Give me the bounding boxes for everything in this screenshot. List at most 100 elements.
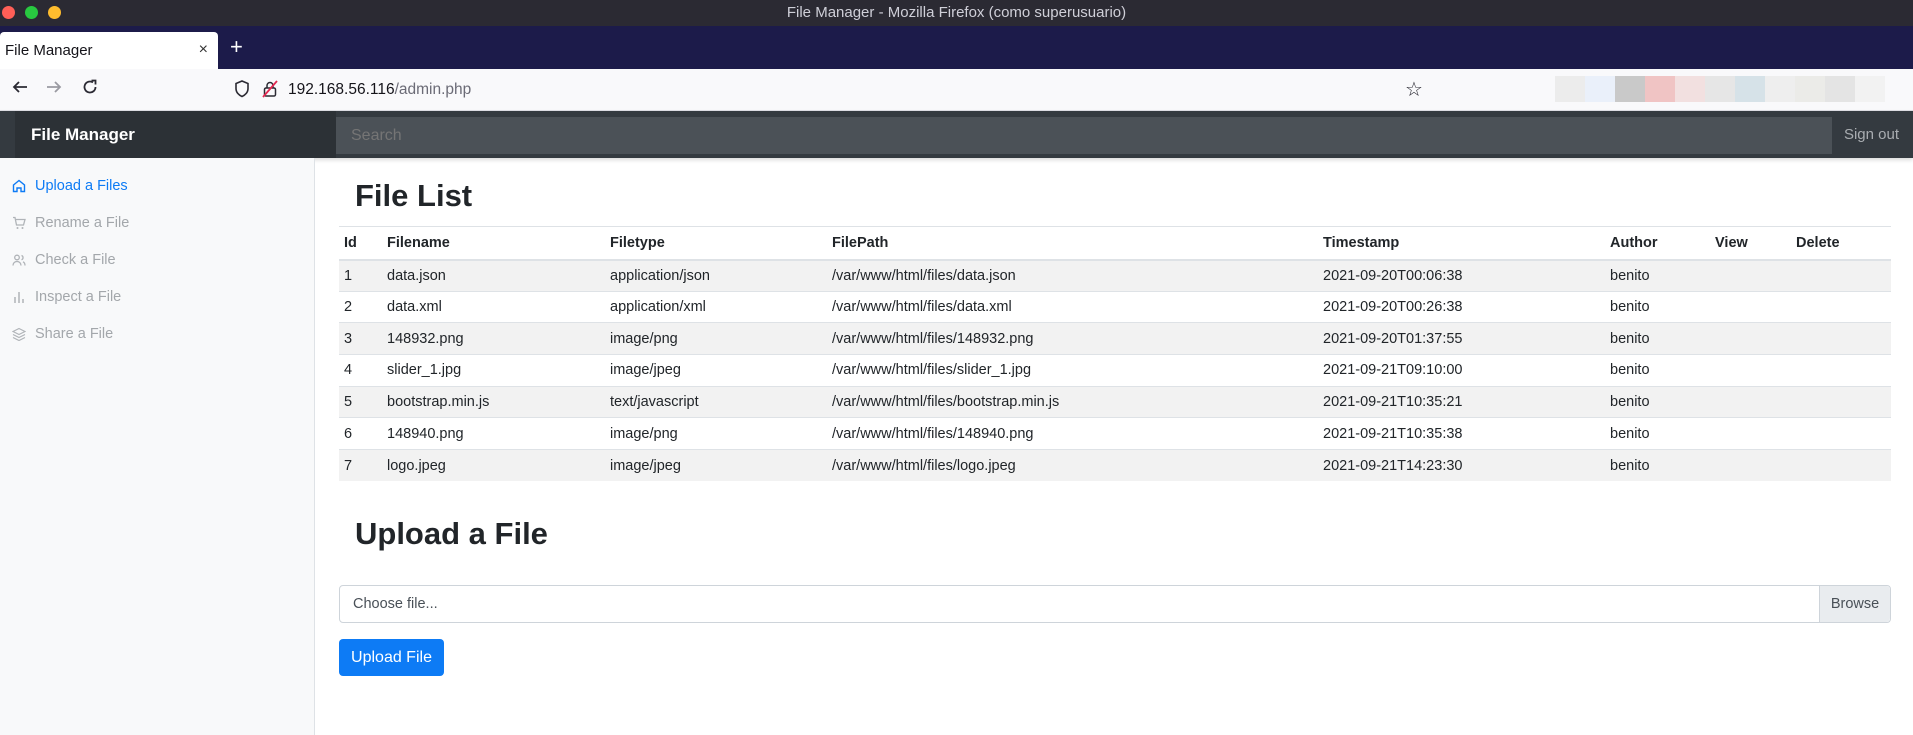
file-list-heading: File List — [355, 178, 473, 213]
window-title: File Manager - Mozilla Firefox (como sup… — [786, 4, 1127, 21]
column-header: FilePath — [827, 226, 1318, 261]
maximize-window-button[interactable] — [25, 6, 38, 19]
cell-timestamp: 2021-09-21T14:23:30 — [1318, 449, 1605, 482]
reload-icon[interactable] — [82, 79, 98, 99]
cell-delete[interactable] — [1791, 259, 1891, 292]
cell-filepath: /var/www/html/files/data.json — [827, 259, 1318, 292]
cell-timestamp: 2021-09-21T10:35:21 — [1318, 385, 1605, 418]
file-input[interactable]: Choose file... Browse — [339, 585, 1891, 623]
signout-link[interactable]: Sign out — [1844, 111, 1899, 158]
cell-timestamp: 2021-09-21T10:35:38 — [1318, 417, 1605, 450]
sidebar-item-label: Upload a Files — [35, 178, 128, 194]
sidebar-item-share[interactable]: Share a File — [11, 326, 113, 342]
cell-id: 1 — [339, 259, 382, 292]
cell-author: benito — [1605, 259, 1710, 292]
cell-view[interactable] — [1710, 385, 1791, 418]
file-table: Id Filename Filetype FilePath Timestamp … — [339, 226, 1891, 482]
cell-filename: 148932.png — [382, 322, 605, 355]
cell-view[interactable] — [1710, 322, 1791, 355]
bookmark-star-icon[interactable]: ☆ — [1405, 77, 1423, 102]
cell-filename: data.json — [382, 259, 605, 292]
cell-filepath: /var/www/html/files/bootstrap.min.js — [827, 385, 1318, 418]
cell-delete[interactable] — [1791, 385, 1891, 418]
browse-button[interactable]: Browse — [1819, 586, 1890, 622]
cell-view[interactable] — [1710, 449, 1791, 482]
cell-filetype: image/jpeg — [605, 449, 827, 482]
table-row: 3 148932.png image/png /var/www/html/fil… — [339, 322, 1891, 355]
search-input[interactable] — [336, 117, 1832, 154]
sidebar-item-label: Rename a File — [35, 215, 130, 231]
cart-icon — [11, 215, 27, 231]
column-header: Filename — [382, 226, 605, 261]
cell-filetype: image/png — [605, 322, 827, 355]
cell-id: 5 — [339, 385, 382, 418]
cell-filename: 148940.png — [382, 417, 605, 450]
insecure-lock-icon[interactable] — [262, 80, 278, 101]
close-window-button[interactable] — [2, 6, 15, 19]
cell-author: benito — [1605, 385, 1710, 418]
cell-id: 2 — [339, 290, 382, 323]
upload-heading: Upload a File — [355, 516, 548, 551]
column-header: Timestamp — [1318, 226, 1605, 261]
window-titlebar: File Manager - Mozilla Firefox (como sup… — [0, 0, 1913, 26]
column-header: Id — [339, 226, 382, 261]
browser-navbar: 192.168.56.116/admin.php ☆ — [0, 69, 1913, 111]
cell-delete[interactable] — [1791, 417, 1891, 450]
cell-filetype: application/json — [605, 259, 827, 292]
file-input-placeholder: Choose file... — [353, 596, 438, 612]
cell-author: benito — [1605, 449, 1710, 482]
cell-id: 6 — [339, 417, 382, 450]
sidebar-item-upload[interactable]: Upload a Files — [11, 178, 128, 194]
cell-delete[interactable] — [1791, 354, 1891, 387]
column-header: Author — [1605, 226, 1710, 261]
window-controls — [2, 6, 61, 19]
cell-filetype: image/jpeg — [605, 354, 827, 387]
cell-filename: slider_1.jpg — [382, 354, 605, 387]
cell-delete[interactable] — [1791, 322, 1891, 355]
column-header: Delete — [1791, 226, 1891, 261]
tab-title: File Manager — [5, 42, 93, 59]
cell-filetype: image/png — [605, 417, 827, 450]
sidebar-item-inspect[interactable]: Inspect a File — [11, 289, 121, 305]
tab-strip: File Manager × + — [0, 26, 1913, 69]
cell-author: benito — [1605, 322, 1710, 355]
url-path: /admin.php — [394, 81, 472, 98]
layers-icon — [11, 326, 27, 342]
sidebar-item-label: Inspect a File — [35, 289, 122, 305]
brand[interactable]: File Manager — [15, 111, 336, 158]
cell-view[interactable] — [1710, 417, 1791, 450]
new-tab-button[interactable]: + — [230, 36, 243, 58]
cell-filename: logo.jpeg — [382, 449, 605, 482]
column-header: View — [1710, 226, 1791, 261]
cell-id: 7 — [339, 449, 382, 482]
sidebar-item-check[interactable]: Check a File — [11, 252, 116, 268]
cell-view[interactable] — [1710, 290, 1791, 323]
back-icon[interactable] — [12, 79, 28, 99]
tracking-shield-icon[interactable] — [234, 80, 250, 101]
upload-file-button[interactable]: Upload File — [339, 639, 444, 676]
sidebar-item-label: Check a File — [35, 252, 116, 268]
cell-author: benito — [1605, 354, 1710, 387]
cell-author: benito — [1605, 417, 1710, 450]
cell-filepath: /var/www/html/files/148932.png — [827, 322, 1318, 355]
cell-view[interactable] — [1710, 259, 1791, 292]
browser-tab[interactable]: File Manager × — [0, 32, 218, 69]
sidebar-item-rename[interactable]: Rename a File — [11, 215, 129, 231]
table-row: 2 data.xml application/xml /var/www/html… — [339, 290, 1891, 323]
cell-view[interactable] — [1710, 354, 1791, 387]
sidebar-item-label: Share a File — [35, 326, 114, 342]
cell-filetype: text/javascript — [605, 385, 827, 418]
tab-close-icon[interactable]: × — [199, 41, 208, 59]
blurred-toolbar-icons — [1555, 76, 1885, 102]
home-icon — [11, 178, 27, 194]
cell-delete[interactable] — [1791, 290, 1891, 323]
minimize-window-button[interactable] — [48, 6, 61, 19]
cell-id: 3 — [339, 322, 382, 355]
cell-timestamp: 2021-09-21T09:10:00 — [1318, 354, 1605, 387]
table-header-row: Id Filename Filetype FilePath Timestamp … — [339, 226, 1891, 261]
cell-delete[interactable] — [1791, 449, 1891, 482]
url-bar[interactable]: 192.168.56.116/admin.php — [288, 81, 471, 99]
column-header: Filetype — [605, 226, 827, 261]
cell-id: 4 — [339, 354, 382, 387]
forward-icon[interactable] — [46, 79, 62, 99]
